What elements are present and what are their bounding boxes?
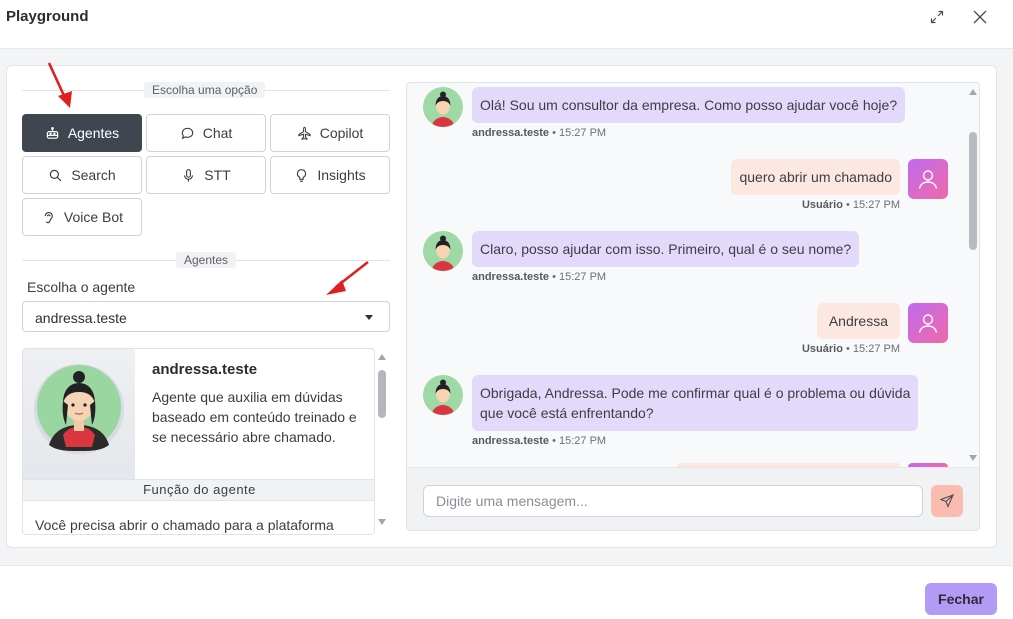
modal-footer: Fechar: [0, 565, 1013, 619]
caret-down-icon: [365, 315, 373, 320]
robot-icon: [46, 126, 59, 139]
agent-avatar-icon: [431, 91, 455, 127]
meta-separator: •: [842, 343, 853, 355]
microphone-icon: [184, 168, 194, 182]
user-avatar: [908, 303, 948, 343]
agent-avatar-icon: [34, 364, 124, 454]
agent-select-value: andressa.teste: [35, 310, 127, 326]
bot-message-bubble: Olá! Sou um consultor da empresa. Como p…: [472, 87, 906, 123]
agent-avatar-icon: [431, 379, 455, 415]
annotation-arrow-icon: [326, 260, 369, 295]
message-time: 15:27 PM: [852, 199, 900, 211]
message-line: que você está enfrentando?: [480, 405, 654, 421]
choose-agent-label: Escolha o agente: [27, 279, 136, 295]
modal-header: Playground: [0, 0, 1013, 49]
agent-card: andressa.teste Agente que auxilia em dúv…: [22, 348, 375, 535]
scrollbar-thumb[interactable]: [378, 370, 386, 418]
option-voice-bot-button[interactable]: Voice Bot: [22, 198, 142, 236]
agents-section-label: Agentes: [176, 252, 237, 268]
message-meta: andressa.teste • 15:27 PM: [472, 271, 606, 283]
chat-input-row: [407, 467, 979, 530]
message-author: Usuário: [801, 343, 843, 355]
message-author: Usuário: [801, 199, 843, 211]
meta-separator: •: [549, 271, 560, 283]
message-line: Obrigada, Andressa. Pode me confirmar qu…: [480, 385, 911, 401]
user-message-bubble: quero abrir um chamado: [731, 159, 900, 195]
playground-modal: Playground Escolha uma opção Agentes Cha…: [0, 0, 1013, 619]
scrollbar-thumb[interactable]: [969, 132, 977, 250]
bot-message-bubble: Claro, posso ajudar com isso. Primeiro, …: [472, 231, 860, 267]
agent-avatar-icon: [431, 235, 455, 271]
option-chat-button[interactable]: Chat: [146, 114, 266, 152]
option-search-button[interactable]: Search: [22, 156, 142, 194]
expand-icon[interactable]: [927, 7, 947, 27]
message-time: 15:27 PM: [559, 435, 607, 447]
ear-icon: [44, 211, 53, 223]
send-icon: [940, 494, 954, 508]
option-label: Search: [71, 167, 116, 183]
bot-avatar: [423, 375, 463, 415]
chat-bubble-icon: [181, 127, 193, 139]
bot-avatar: [423, 231, 463, 271]
agent-card-description: Agente que auxilia em dúvidas baseado em…: [152, 389, 357, 445]
option-agentes-button[interactable]: Agentes: [22, 114, 142, 152]
chat-panel: Olá! Sou um consultor da empresa. Como p…: [406, 82, 980, 531]
option-label: Agentes: [67, 125, 120, 141]
message-author: andressa.teste: [472, 127, 550, 139]
user-message-bubble: Andressa: [816, 303, 900, 339]
message-time: 15:27 PM: [852, 343, 900, 355]
options-section-label: Escolha uma opção: [144, 82, 266, 98]
agent-function-label: Função do agente: [23, 479, 374, 501]
close-modal-button[interactable]: Fechar: [925, 583, 997, 615]
option-label: Voice Bot: [63, 209, 124, 225]
option-label: Chat: [202, 125, 233, 141]
scroll-up-icon[interactable]: [969, 89, 977, 95]
option-insights-button[interactable]: Insights: [270, 156, 390, 194]
meta-separator: •: [549, 435, 560, 447]
message-meta: andressa.teste • 15:27 PM: [472, 127, 606, 139]
bot-message-bubble: Obrigada, Andressa. Pode me confirmar qu…: [472, 375, 919, 431]
user-avatar: [908, 159, 948, 199]
option-label: STT: [204, 167, 231, 183]
option-stt-button[interactable]: STT: [146, 156, 266, 194]
scroll-down-icon[interactable]: [378, 519, 386, 525]
airplane-icon: [298, 126, 311, 140]
scroll-down-icon[interactable]: [969, 455, 977, 461]
agent-select[interactable]: andressa.teste: [22, 301, 390, 332]
option-copilot-button[interactable]: Copilot: [270, 114, 390, 152]
message-author: andressa.teste: [472, 271, 550, 283]
send-button[interactable]: [931, 485, 963, 517]
scroll-up-icon[interactable]: [378, 354, 386, 360]
lightbulb-icon: [297, 168, 307, 182]
option-label: Insights: [317, 167, 366, 183]
option-label: Copilot: [319, 125, 364, 141]
close-icon[interactable]: [970, 7, 990, 27]
meta-separator: •: [549, 127, 560, 139]
message-time: 15:27 PM: [559, 127, 607, 139]
meta-separator: •: [842, 199, 853, 211]
chat-scrollbar[interactable]: [968, 87, 978, 463]
modal-title: Playground: [6, 8, 89, 25]
message-input[interactable]: [423, 485, 923, 517]
message-meta: andressa.teste • 15:27 PM: [472, 435, 606, 447]
message-author: andressa.teste: [472, 435, 550, 447]
bot-avatar: [423, 87, 463, 127]
search-icon: [50, 169, 62, 181]
agent-function-text: Você precisa abrir o chamado para a plat…: [35, 517, 334, 533]
user-icon: [918, 314, 938, 333]
annotation-arrow-icon: [47, 62, 72, 108]
message-time: 15:27 PM: [559, 271, 607, 283]
message-meta: Usuário • 15:27 PM: [802, 343, 900, 355]
agent-card-scrollbar[interactable]: [377, 352, 387, 527]
agent-image-panel: [23, 349, 135, 479]
agent-card-name: andressa.teste: [152, 361, 258, 378]
user-icon: [918, 170, 938, 189]
message-meta: Usuário • 15:27 PM: [802, 199, 900, 211]
